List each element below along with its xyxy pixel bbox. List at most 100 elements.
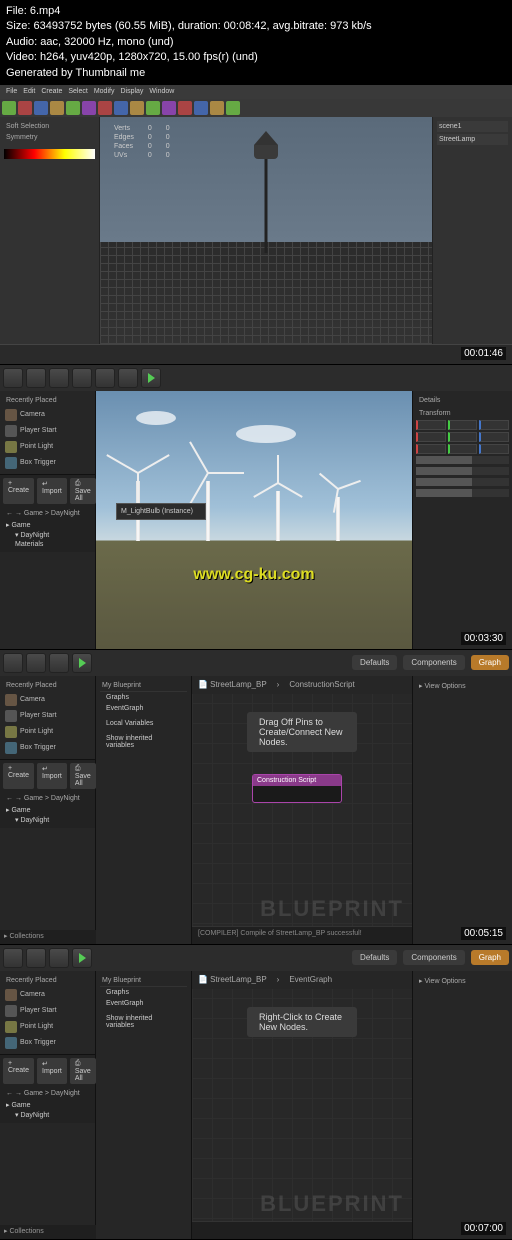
shelf-icon[interactable] [34, 101, 48, 115]
blueprints-icon[interactable] [95, 368, 115, 388]
graphs-category[interactable]: Graphs [100, 692, 187, 703]
menu-select[interactable]: Select [68, 88, 87, 95]
falloff-gradient[interactable] [4, 149, 95, 159]
eventgraph-item[interactable]: EventGraph [100, 703, 187, 714]
content-browser[interactable]: + Create ↵ Import ⎙ Save All ← → Game > … [0, 759, 95, 828]
import-button[interactable]: ↵ Import [37, 478, 67, 504]
placed-pointlight[interactable]: Point Light [3, 724, 92, 740]
maya-tool-settings[interactable]: Soft Selection Symmetry [0, 117, 100, 344]
create-button[interactable]: + Create [3, 478, 34, 504]
breadcrumb[interactable]: ← → Game > DayNight [3, 792, 92, 805]
property-slider[interactable] [416, 467, 509, 475]
placed-camera[interactable]: Camera [3, 407, 92, 423]
placed-playerstart[interactable]: Player Start [3, 708, 92, 724]
import-button[interactable]: ↵ Import [37, 1058, 67, 1084]
save-icon[interactable] [26, 653, 46, 673]
bp-breadcrumb-graph[interactable]: ConstructionScript [289, 680, 354, 689]
save-all-button[interactable]: ⎙ Save All [70, 1058, 96, 1084]
play-button[interactable] [72, 653, 92, 673]
collections-bar[interactable]: ▸ Collections [0, 930, 96, 944]
local-variables-label[interactable]: Local Variables [100, 718, 187, 729]
place-actors-panel[interactable]: Recently Placed Camera Player Start Poin… [0, 391, 95, 474]
tree-item-daynight[interactable]: ▾ DayNight [3, 530, 92, 540]
blueprint-canvas[interactable]: Drag Off Pins to Create/Connect New Node… [192, 694, 412, 944]
components-button[interactable]: Components [403, 950, 464, 965]
my-blueprint-panel[interactable]: My Blueprint Graphs EventGraph Local Var… [96, 676, 192, 944]
placed-pointlight[interactable]: Point Light [3, 439, 92, 455]
details-panel[interactable]: Details Transform [412, 391, 512, 649]
components-button[interactable]: Components [403, 655, 464, 670]
placed-playerstart[interactable]: Player Start [3, 1003, 92, 1019]
shelf-icon[interactable] [210, 101, 224, 115]
ue-level-viewport[interactable]: M_LightBulb (Instance) www.cg-ku.com [96, 391, 412, 649]
shelf-icon[interactable] [114, 101, 128, 115]
save-all-button[interactable]: ⎙ Save All [70, 763, 96, 789]
location-y[interactable] [448, 420, 478, 430]
save-icon[interactable] [26, 948, 46, 968]
find-icon[interactable] [49, 653, 69, 673]
defaults-button[interactable]: Defaults [352, 655, 397, 670]
shelf-icon[interactable] [82, 101, 96, 115]
construction-script-node[interactable]: Construction Script [252, 774, 342, 803]
save-icon[interactable] [3, 368, 23, 388]
view-options[interactable]: ▸ View Options [416, 974, 509, 988]
location-x[interactable] [416, 420, 446, 430]
placed-playerstart[interactable]: Player Start [3, 423, 92, 439]
location-z[interactable] [479, 420, 509, 430]
maya-shelf[interactable] [0, 99, 512, 117]
defaults-button[interactable]: Defaults [352, 950, 397, 965]
bp-breadcrumb-asset[interactable]: 📄 StreetLamp_BP [198, 975, 267, 984]
street-lamp-head[interactable] [254, 131, 278, 159]
maya-viewport[interactable]: Verts00 Edges00 Faces00 UVs00 [100, 117, 432, 344]
bp-toolbar[interactable]: Defaults Components Graph [0, 650, 512, 676]
shelf-icon[interactable] [178, 101, 192, 115]
shelf-icon[interactable] [130, 101, 144, 115]
menu-window[interactable]: Window [149, 88, 174, 95]
property-slider[interactable] [416, 456, 509, 464]
shelf-icon[interactable] [226, 101, 240, 115]
shelf-icon[interactable] [162, 101, 176, 115]
view-options[interactable]: ▸ View Options [416, 679, 509, 693]
play-button[interactable] [72, 948, 92, 968]
shelf-icon[interactable] [146, 101, 160, 115]
maya-timeline[interactable] [0, 344, 512, 364]
property-slider[interactable] [416, 478, 509, 486]
ue-toolbar[interactable] [0, 365, 512, 391]
breadcrumb[interactable]: ← → Game > DayNight [3, 507, 92, 520]
graph-button[interactable]: Graph [471, 655, 509, 670]
collections-bar[interactable]: ▸ Collections [0, 1225, 96, 1239]
outliner-item[interactable]: scene1 [437, 121, 508, 132]
content-browser[interactable]: + Create ↵ Import ⎙ Save All ← → Game > … [0, 1054, 95, 1123]
graphs-category[interactable]: Graphs [100, 987, 187, 998]
create-button[interactable]: + Create [3, 1058, 34, 1084]
tree-item-game[interactable]: ▸ Game [3, 520, 92, 530]
tree-item-game[interactable]: ▸ Game [3, 1100, 92, 1110]
scale-z[interactable] [479, 444, 509, 454]
menu-modify[interactable]: Modify [94, 88, 115, 95]
menu-create[interactable]: Create [41, 88, 62, 95]
play-button[interactable] [141, 368, 161, 388]
maya-menubar[interactable]: File Edit Create Select Modify Display W… [0, 85, 512, 99]
shelf-icon[interactable] [98, 101, 112, 115]
compile-icon[interactable] [3, 948, 23, 968]
scale-y[interactable] [448, 444, 478, 454]
content-icon[interactable] [26, 368, 46, 388]
details-panel[interactable]: ▸ View Options [412, 971, 512, 1239]
bp-breadcrumb-asset[interactable]: 📄 StreetLamp_BP [198, 680, 267, 689]
placed-boxtrigger[interactable]: Box Trigger [3, 1035, 92, 1051]
save-all-button[interactable]: ⎙ Save All [70, 478, 96, 504]
tree-item-materials[interactable]: Materials [3, 540, 92, 549]
shelf-icon[interactable] [2, 101, 16, 115]
create-button[interactable]: + Create [3, 763, 34, 789]
bp-toolbar[interactable]: Defaults Components Graph [0, 945, 512, 971]
content-browser[interactable]: + Create ↵ Import ⎙ Save All ← → Game > … [0, 474, 95, 552]
tree-item-daynight[interactable]: ▾ DayNight [3, 1110, 92, 1120]
placed-boxtrigger[interactable]: Box Trigger [3, 740, 92, 756]
my-blueprint-panel[interactable]: My Blueprint Graphs EventGraph Show inhe… [96, 971, 192, 1239]
eventgraph-item[interactable]: EventGraph [100, 998, 187, 1009]
menu-file[interactable]: File [6, 88, 17, 95]
shelf-icon[interactable] [194, 101, 208, 115]
blueprint-canvas[interactable]: Right-Click to Create New Nodes. BLUEPRI… [192, 989, 412, 1239]
placed-boxtrigger[interactable]: Box Trigger [3, 455, 92, 471]
find-icon[interactable] [49, 948, 69, 968]
